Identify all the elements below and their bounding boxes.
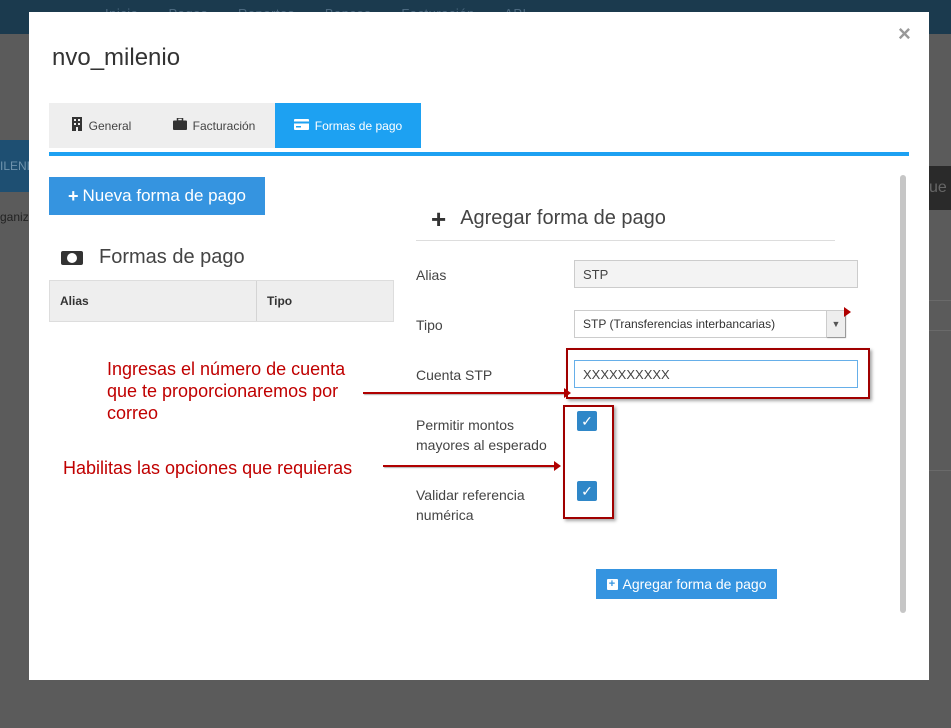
building-icon bbox=[71, 117, 83, 134]
chevron-down-icon[interactable]: ▼ bbox=[826, 307, 851, 337]
annotation-box-cuenta bbox=[566, 348, 870, 399]
payment-list-title: Formas de pago bbox=[99, 246, 245, 268]
annotation-arrow-cuenta bbox=[363, 388, 571, 398]
payment-list-heading: Formas de pago bbox=[61, 246, 245, 269]
tipo-select[interactable]: STP (Transferencias interbancarias) ▼ bbox=[574, 307, 851, 338]
plus-icon: + bbox=[67, 185, 79, 206]
annotation-cuenta: Ingresas el número de cuenta que te prop… bbox=[107, 359, 346, 423]
tab-facturacion[interactable]: Facturación bbox=[153, 103, 275, 148]
background-left-text: ganiz bbox=[0, 210, 29, 224]
credit-card-icon bbox=[293, 118, 309, 133]
payment-methods-modal: × nvo_milenio General Facturación Formas… bbox=[29, 12, 929, 680]
new-payment-method-label: Nueva forma de pago bbox=[82, 186, 247, 205]
add-payment-form-heading: + Agregar forma de pago bbox=[431, 203, 666, 234]
annotation-arrow-opciones bbox=[383, 461, 561, 471]
briefcase-icon bbox=[172, 117, 187, 133]
tab-general-label: General bbox=[88, 118, 132, 133]
column-header-tipo[interactable]: Tipo bbox=[267, 281, 292, 321]
add-payment-method-button[interactable]: + Agregar forma de pago bbox=[596, 569, 777, 599]
annotation-opciones: Habilitas las opciones que requieras bbox=[63, 458, 353, 478]
permitir-montos-label: Permitir montos mayores al esperado bbox=[416, 417, 547, 453]
cuenta-stp-label: Cuenta STP bbox=[416, 367, 493, 383]
column-header-alias[interactable]: Alias bbox=[60, 281, 89, 321]
add-payment-method-label: Agregar forma de pago bbox=[622, 576, 767, 592]
validar-referencia-label: Validar referencia numérica bbox=[416, 487, 525, 523]
close-button[interactable]: × bbox=[898, 23, 911, 45]
tab-facturacion-label: Facturación bbox=[192, 118, 256, 133]
add-payment-form-title: Agregar forma de pago bbox=[460, 207, 666, 229]
plus-square-icon: + bbox=[606, 578, 618, 590]
tab-formas-de-pago[interactable]: Formas de pago bbox=[275, 103, 421, 148]
modal-tabs: General Facturación Formas de pago bbox=[49, 103, 909, 156]
modal-title: nvo_milenio bbox=[52, 44, 181, 71]
annotation-box-opciones bbox=[563, 405, 614, 519]
modal-scrollbar[interactable] bbox=[900, 175, 906, 613]
alias-input[interactable]: STP bbox=[574, 260, 858, 288]
background-divider bbox=[929, 470, 951, 471]
payment-methods-table: Alias Tipo bbox=[49, 280, 394, 322]
background-left-tab: ILENI bbox=[0, 140, 30, 192]
background-divider bbox=[929, 300, 951, 301]
tipo-label: Tipo bbox=[416, 317, 443, 333]
background-divider bbox=[929, 330, 951, 331]
column-divider bbox=[256, 281, 257, 321]
tab-formas-de-pago-label: Formas de pago bbox=[314, 118, 403, 133]
new-payment-method-button[interactable]: + Nueva forma de pago bbox=[49, 177, 265, 215]
money-icon bbox=[61, 250, 83, 265]
background-right-block: ue bbox=[929, 166, 951, 210]
tab-general[interactable]: General bbox=[49, 103, 153, 148]
alias-label: Alias bbox=[416, 267, 447, 283]
tipo-select-value: STP (Transferencias interbancarias) bbox=[583, 317, 776, 331]
form-divider bbox=[416, 240, 835, 241]
plus-icon: + bbox=[431, 203, 447, 234]
